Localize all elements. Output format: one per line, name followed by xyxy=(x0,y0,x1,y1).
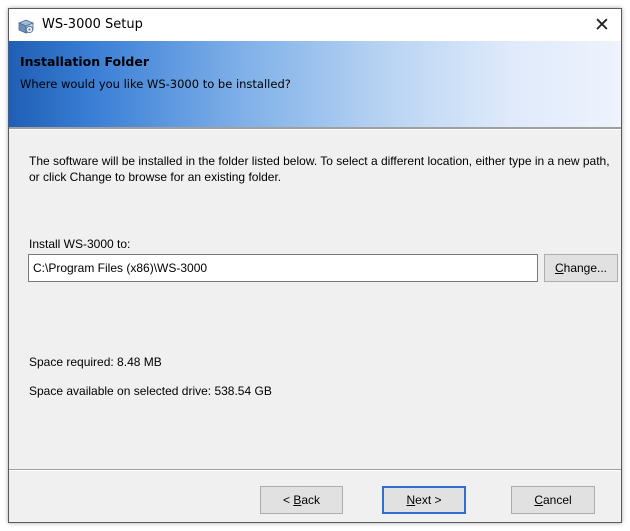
back-button-prefix: < xyxy=(282,493,294,507)
back-button-mnemonic: B xyxy=(293,493,302,507)
space-available-text: Space available on selected drive: 538.5… xyxy=(29,384,272,398)
change-button-label: hange... xyxy=(563,261,608,275)
cancel-button-mnemonic: C xyxy=(534,493,543,507)
window-title: WS-3000 Setup xyxy=(42,17,143,32)
space-required-text: Space required: 8.48 MB xyxy=(29,355,162,369)
install-description: The software will be installed in the fo… xyxy=(29,154,610,184)
install-path-input[interactable] xyxy=(28,254,538,282)
close-button[interactable]: ✕ xyxy=(583,9,621,41)
footer-divider xyxy=(9,469,621,471)
next-button-label: ext > xyxy=(415,493,442,507)
change-button-mnemonic: C xyxy=(554,261,564,275)
banner-title: Installation Folder xyxy=(20,54,149,69)
cancel-button-label: ancel xyxy=(542,493,572,507)
next-button-mnemonic: N xyxy=(406,493,416,507)
header-banner: Installation Folder Where would you like… xyxy=(9,41,621,127)
back-button-label: ack xyxy=(301,493,321,507)
back-button[interactable]: < Back xyxy=(260,486,343,514)
setup-dialog: WS-3000 Setup ✕ Installation Folder Wher… xyxy=(8,8,622,523)
next-button[interactable]: Next > xyxy=(382,486,466,514)
cancel-button[interactable]: Cancel xyxy=(511,486,595,514)
banner-divider xyxy=(9,127,621,130)
close-icon: ✕ xyxy=(594,14,610,36)
banner-subtitle: Where would you like WS-3000 to be insta… xyxy=(20,77,291,91)
installer-box-icon xyxy=(17,19,35,34)
change-button[interactable]: Change... xyxy=(544,254,618,282)
title-bar[interactable]: WS-3000 Setup ✕ xyxy=(9,9,621,41)
install-path-label: Install WS-3000 to: xyxy=(29,237,131,251)
